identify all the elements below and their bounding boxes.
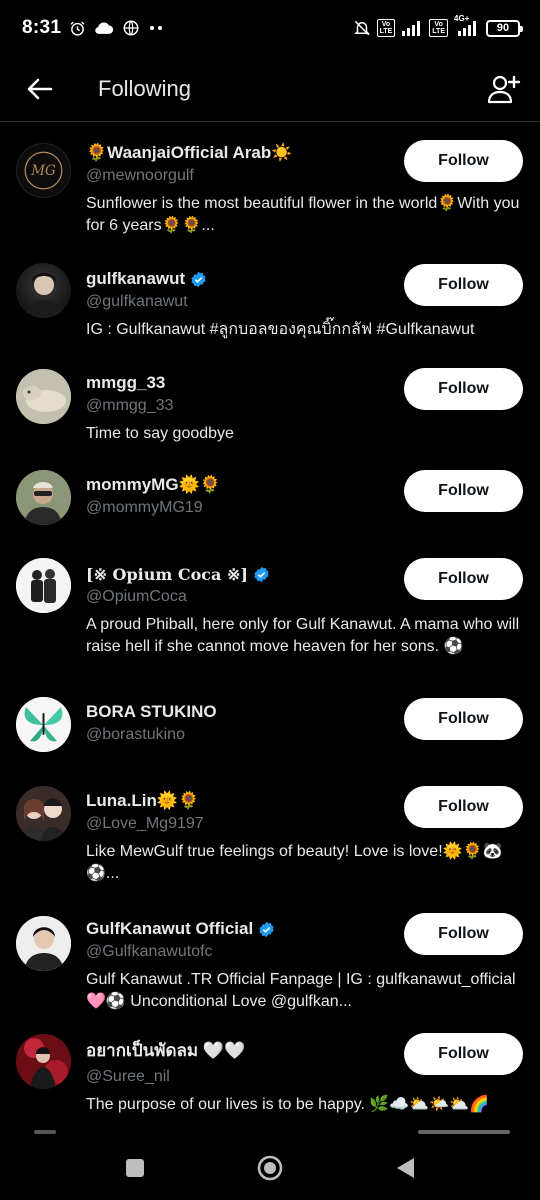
- bio: The purpose of our lives is to be happy.…: [86, 1096, 489, 1113]
- bio: Sunflower is the most beautiful flower i…: [86, 195, 520, 234]
- more-dots-icon: [148, 25, 164, 31]
- follow-button[interactable]: Follow: [404, 368, 523, 410]
- circle-home-icon: [257, 1155, 283, 1181]
- signal-icon-1: [401, 20, 423, 36]
- verified-badge-icon: [191, 271, 206, 287]
- home-button[interactable]: [250, 1148, 290, 1188]
- partial-next-avatar: [34, 1130, 56, 1134]
- network-type: 4G+: [454, 14, 470, 23]
- list-item[interactable]: อยากเป็นพัดลม 🤍🤍 @Suree_nil The purpose …: [0, 1029, 540, 1129]
- status-bar: 8:31 Vo LTE Vo LTE 4G+ 90: [0, 0, 540, 56]
- follow-button[interactable]: Follow: [404, 698, 523, 740]
- alarm-icon: [69, 20, 86, 37]
- arrow-left-icon: [27, 78, 53, 99]
- volte-badge-1: Vo LTE: [376, 19, 396, 37]
- square-icon: [126, 1159, 144, 1177]
- battery-icon: 90: [486, 19, 523, 37]
- partial-next-follow-button: [418, 1130, 510, 1134]
- avatar[interactable]: [16, 263, 71, 318]
- triangle-back-icon: [397, 1158, 414, 1178]
- bio: Gulf Kanawut .TR Official Fanpage | IG :…: [86, 971, 516, 1010]
- globe-icon: [122, 19, 140, 37]
- verified-badge-icon: [259, 921, 274, 937]
- avatar[interactable]: [16, 916, 71, 971]
- top-app-bar: Following: [0, 56, 540, 122]
- volte-badge-2: Vo LTE: [429, 19, 448, 37]
- status-right-icons: Vo LTE Vo LTE 4G+ 90: [353, 14, 523, 37]
- screen: 8:31 Vo LTE Vo LTE 4G+ 90 Following MG 🌻…: [0, 0, 540, 1200]
- avatar[interactable]: [16, 1034, 71, 1089]
- follow-button[interactable]: Follow: [404, 786, 523, 828]
- avatar[interactable]: MG: [16, 143, 71, 198]
- bio: IG : Gulfkanawut #ลูกบอลของคุณบิ๊กกลัฟ #…: [86, 321, 475, 338]
- status-left-icons: [69, 19, 164, 37]
- display-name: [※ Opium Coca ※]: [86, 565, 248, 584]
- list-item[interactable]: mmgg_33 @mmgg_33 Time to say goodbye Fol…: [0, 349, 540, 451]
- bio: Time to say goodbye: [86, 425, 234, 442]
- status-time: 8:31: [22, 17, 62, 38]
- muted-bell-icon: [353, 19, 371, 37]
- signal-icon-2: 4G+: [454, 14, 480, 36]
- follow-button[interactable]: Follow: [404, 558, 523, 600]
- list-item[interactable]: Luna.Lin🌞🌻 @Love_Mg9197 Like MewGulf tru…: [0, 769, 540, 895]
- list-item[interactable]: GulfKanawut Official @Gulfkanawutofc Gul…: [0, 911, 540, 1027]
- svg-text:MG: MG: [30, 163, 56, 179]
- list-item[interactable]: gulfkanawut @gulfkanawut IG : Gulfkanawu…: [0, 243, 540, 347]
- display-name: GulfKanawut Official: [86, 919, 254, 938]
- follow-button[interactable]: Follow: [404, 264, 523, 306]
- list-item[interactable]: [※ Opium Coca ※] @OpiumCoca A proud Phib…: [0, 541, 540, 669]
- list-item[interactable]: BORA STUKINO @borastukino Follow: [0, 680, 540, 766]
- bio: Like MewGulf true feelings of beauty! Lo…: [86, 843, 503, 882]
- system-nav-bar: [0, 1136, 540, 1200]
- avatar[interactable]: [16, 369, 71, 424]
- back-nav-button[interactable]: [385, 1148, 425, 1188]
- list-item[interactable]: mommyMG🌞🌻 @mommyMG19 Follow: [0, 453, 540, 537]
- add-user-button[interactable]: [482, 67, 526, 111]
- page-title: Following: [98, 75, 191, 101]
- bio: A proud Phiball, here only for Gulf Kana…: [86, 616, 520, 655]
- verified-badge-icon: [254, 566, 269, 583]
- follow-button[interactable]: Follow: [404, 913, 523, 955]
- follow-button[interactable]: Follow: [404, 1033, 523, 1075]
- add-user-icon: [487, 75, 521, 103]
- avatar[interactable]: [16, 786, 71, 841]
- follow-button[interactable]: Follow: [404, 140, 523, 182]
- back-button[interactable]: [20, 69, 60, 109]
- list-item[interactable]: MG 🌻WaanjaiOfficial Arab☀️ @mewnoorgulf …: [0, 123, 540, 238]
- avatar[interactable]: [16, 470, 71, 525]
- cloud-icon: [94, 21, 114, 35]
- avatar[interactable]: [16, 558, 71, 613]
- avatar[interactable]: [16, 697, 71, 752]
- recents-button[interactable]: [115, 1148, 155, 1188]
- display-name: gulfkanawut: [86, 269, 186, 288]
- follow-button[interactable]: Follow: [404, 470, 523, 512]
